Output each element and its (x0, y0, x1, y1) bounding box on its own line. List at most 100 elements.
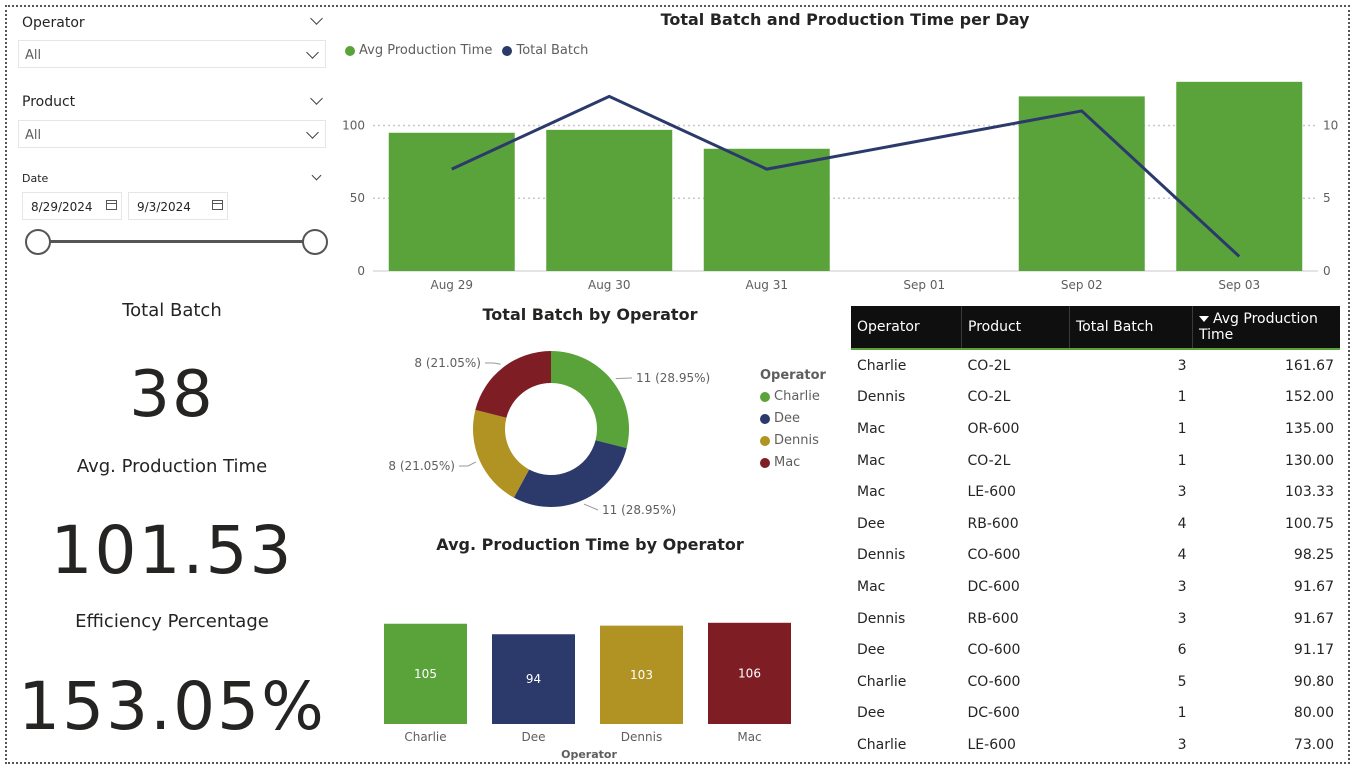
bar-aug-29 (388, 132, 515, 271)
start-date-input[interactable]: 8/29/2024 (22, 192, 122, 220)
operator-dropdown[interactable]: All (18, 40, 326, 68)
table-row[interactable]: Charlie CO-2L 3 161.67 (851, 349, 1340, 382)
right-axis-tick-label: 0 (1323, 264, 1331, 278)
table-row[interactable]: Dennis CO-600 4 98.25 (851, 540, 1340, 572)
column-header-avg-production-time[interactable]: Avg Production Time (1192, 306, 1340, 349)
operator-bar-data-label: 103 (630, 668, 653, 682)
table-row[interactable]: Mac DC-600 3 91.67 (851, 571, 1340, 603)
column-header-operator[interactable]: Operator (851, 306, 962, 349)
total-batch-value: 38 (129, 358, 215, 432)
legend-dot-mac (760, 457, 770, 468)
cell-total-batch: 3 (1177, 610, 1187, 627)
table-row[interactable]: Dennis CO-2L 1 152.00 (851, 382, 1340, 414)
table-row[interactable]: Dee RB-600 4 100.75 (851, 508, 1340, 540)
table-row[interactable]: Charlie CO-600 5 90.80 (851, 666, 1340, 698)
donut-legend[interactable]: Operator Charlie Dee Dennis Mac (760, 368, 826, 470)
cell-product: DC-600 (967, 578, 1020, 595)
cell-total-batch: 6 (1177, 642, 1187, 659)
legend-dot-dee (760, 413, 770, 424)
cell-total-batch: 1 (1177, 420, 1187, 437)
operator-bar-data-label: 94 (526, 672, 541, 686)
date-slicer-title: Date (22, 172, 49, 185)
operator-bar-chart[interactable]: 105 Charlie 94 Dee 103 Dennis 106 Mac Operator (370, 560, 810, 765)
calendar-icon[interactable] (106, 200, 117, 210)
avg-production-label: Avg. Production Time (76, 456, 268, 477)
combo-chart-legend[interactable]: Avg Production Time Total Batch (345, 43, 588, 58)
cell-operator: Mac (857, 452, 886, 469)
table-row[interactable]: Dee CO-600 6 91.17 (851, 634, 1340, 666)
cell-product: CO-600 (967, 642, 1021, 659)
avg-production-value: 101.53 (50, 512, 294, 589)
cell-product: CO-2L (967, 389, 1011, 406)
operator-bar-data-label: 105 (414, 667, 437, 681)
donut-leader-line (485, 362, 501, 365)
cell-operator: Dennis (857, 610, 906, 627)
x-axis-title: Operator (561, 748, 617, 761)
donut-leader-line (615, 377, 632, 380)
donut-slice-mac (475, 351, 551, 418)
cell-avg-production-time: 91.67 (1293, 610, 1334, 627)
x-axis-tick-label: Aug 31 (745, 278, 788, 292)
legend-dot-avg-production (345, 45, 355, 56)
cell-avg-production-time: 91.67 (1293, 578, 1334, 595)
cell-product: CO-600 (967, 673, 1021, 690)
bar-sep-02 (1018, 96, 1145, 272)
left-axis-tick-label: 100 (342, 118, 365, 132)
chevron-down-icon (306, 126, 319, 139)
date-range-end-handle[interactable] (302, 229, 328, 255)
table-row[interactable]: Mac LE-600 3 103.33 (851, 476, 1340, 508)
table-row[interactable]: Mac CO-2L 1 130.00 (851, 445, 1340, 477)
legend-label-charlie: Charlie (774, 389, 820, 404)
table-row[interactable]: Mac OR-600 1 135.00 (851, 413, 1340, 445)
cell-operator: Dennis (857, 389, 906, 406)
product-dropdown[interactable]: All (18, 120, 326, 148)
efficiency-value: 153.05% (18, 668, 326, 745)
start-date-value: 8/29/2024 (31, 200, 93, 214)
legend-dot-charlie (760, 391, 770, 402)
combo-chart[interactable]: 0 50 100 0 5 10 Aug 29 Aug 30 Aug 31 Sep 01 Sep 02… (335, 60, 1350, 300)
cell-operator: Dee (857, 705, 886, 722)
cell-avg-production-time: 91.17 (1293, 642, 1334, 659)
cell-product: LE-600 (967, 484, 1016, 501)
legend-label-avg-production: Avg Production Time (359, 43, 493, 58)
column-header-total-batch[interactable]: Total Batch (1069, 306, 1193, 349)
donut-data-label: 11 (28.95%) (636, 371, 710, 385)
date-range-start-handle[interactable] (25, 229, 51, 255)
legend-label-mac: Mac (774, 455, 801, 470)
table-row[interactable]: Charlie LE-600 3 73.00 (851, 729, 1340, 761)
table-header-row: Operator Product Total Batch Avg Product… (851, 306, 1340, 349)
calendar-icon[interactable] (212, 200, 223, 210)
column-header-product[interactable]: Product (961, 306, 1070, 349)
date-range-track[interactable] (38, 240, 314, 243)
cell-product: RB-600 (967, 515, 1019, 532)
cell-avg-production-time: 90.80 (1293, 673, 1334, 690)
product-dropdown-value: All (25, 128, 42, 143)
x-axis-tick-label: Mac (737, 730, 761, 744)
cell-avg-production-time: 98.25 (1293, 547, 1334, 564)
cell-total-batch: 4 (1177, 547, 1187, 564)
donut-leader-line (583, 503, 599, 511)
cell-avg-production-time: 130.00 (1285, 452, 1334, 469)
sort-descending-icon (1199, 316, 1209, 322)
cell-avg-production-time: 103.33 (1285, 484, 1334, 501)
cell-total-batch: 4 (1177, 515, 1187, 532)
right-axis-tick-label: 10 (1323, 118, 1338, 132)
cell-operator: Charlie (857, 736, 907, 753)
table-row[interactable]: Dennis RB-600 3 91.67 (851, 603, 1340, 635)
donut-chart[interactable]: 11 (28.95%) 11 (28.95%) 8 (21.05%) 8 (21.05… (380, 330, 720, 530)
cell-avg-production-time: 161.67 (1285, 357, 1334, 374)
cell-avg-production-time: 80.00 (1293, 705, 1334, 722)
cell-total-batch: 1 (1177, 389, 1187, 406)
legend-dot-total-batch (502, 45, 513, 56)
cell-product: DC-600 (967, 705, 1020, 722)
end-date-input[interactable]: 9/3/2024 (128, 192, 228, 220)
cell-total-batch: 1 (1177, 452, 1187, 469)
bar-sep-03 (1176, 81, 1303, 271)
product-slicer-title: Product (22, 94, 76, 110)
operator-product-table[interactable]: Operator Product Total Batch Avg Product… (851, 306, 1340, 761)
x-axis-tick-label: Sep 03 (1218, 278, 1260, 292)
cell-operator: Mac (857, 420, 886, 437)
x-axis-tick-label: Dennis (621, 730, 662, 744)
left-axis-tick-label: 50 (350, 191, 365, 205)
table-row[interactable]: Dee DC-600 1 80.00 (851, 698, 1340, 730)
